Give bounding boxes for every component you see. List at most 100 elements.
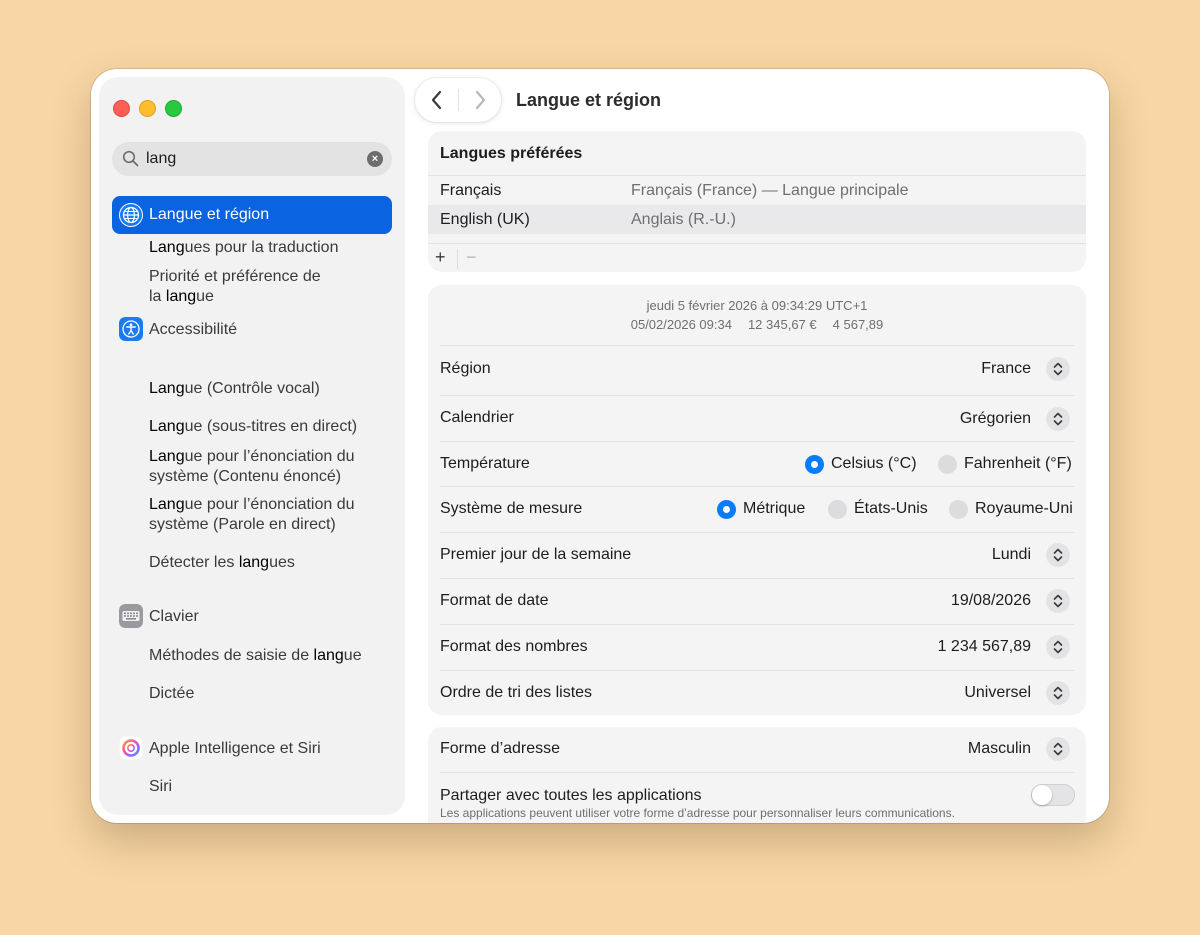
sidebar-item-detecter-langues[interactable]: Détecter les langues (112, 548, 392, 578)
sidebar-item-label: Dictée (149, 685, 195, 702)
calendar-popup-button[interactable] (1046, 407, 1070, 431)
radio-metrique[interactable]: Métrique (717, 498, 805, 520)
chevron-up-down-icon (1053, 412, 1063, 426)
radio-fahrenheit[interactable]: Fahrenheit (°F) (938, 453, 1072, 475)
preferred-languages-card: Langues préférées Français Français (Fra… (428, 131, 1086, 272)
sidebar-item-enonciation-contenu[interactable]: Langue pour l’énonciation du système (Con… (112, 447, 392, 491)
sidebar-item-label: Langue pour l’énonciation du système (Con… (149, 448, 355, 485)
sidebar-item-apple-intelligence[interactable]: Apple Intelligence et Siri (112, 734, 392, 764)
xmark-circle-icon[interactable]: × (367, 151, 383, 167)
sidebar-item-label: Langue et région (149, 206, 270, 223)
preview-date: 05/02/2026 09:34 (630, 317, 732, 332)
sidebar-item-label: Siri (149, 778, 173, 795)
sidebar-item-langue-controle-vocal[interactable]: Langue (Contrôle vocal) (112, 374, 392, 404)
remove-language-button[interactable]: − (466, 247, 477, 268)
sidebar-item-accessibilite[interactable]: Accessibilité (112, 315, 392, 345)
date-format-value[interactable]: 19/08/2026 (951, 592, 1031, 610)
radio-royaume-uni[interactable]: Royaume-Uni (949, 498, 1073, 520)
chevron-up-down-icon (1053, 686, 1063, 700)
language-description: Anglais (R.-U.) (631, 211, 736, 228)
language-name: English (UK) (440, 211, 530, 228)
keyboard-icon (119, 604, 143, 628)
radio-unselected-icon (938, 454, 957, 474)
region-format-card: jeudi 5 février 2026 à 09:34:29 UTC+1 05… (428, 285, 1086, 715)
search-field[interactable]: lang × (112, 142, 392, 176)
sidebar-item-langues-traduction[interactable]: Langues pour la traduction (112, 233, 392, 263)
setting-label: Format des nombres (440, 638, 588, 655)
language-row[interactable]: English (UK) Anglais (R.-U.) (428, 205, 1086, 234)
minimize-window-button[interactable] (139, 100, 156, 117)
sidebar-item-enonciation-parole[interactable]: Langue pour l’énonciation du système (Par… (112, 495, 392, 539)
divider (428, 243, 1086, 244)
address-form-popup-button[interactable] (1046, 737, 1070, 761)
sidebar-item-methodes-saisie[interactable]: Méthodes de saisie de langue (112, 641, 392, 671)
chevron-up-down-icon (1053, 594, 1063, 608)
format-preview-datetime: jeudi 5 février 2026 à 09:34:29 UTC+1 (646, 298, 868, 313)
sidebar-item-label: Apple Intelligence et Siri (149, 740, 321, 757)
number-format-popup-button[interactable] (1046, 635, 1070, 659)
radio-label: États-Unis (854, 500, 928, 517)
calendar-row: Calendrier Grégorien (440, 395, 1074, 441)
calendar-value[interactable]: Grégorien (960, 410, 1031, 428)
sidebar-item-label: Priorité et préférence de la langue (149, 268, 321, 305)
radio-label: Royaume-Uni (975, 500, 1073, 517)
sidebar-item-langue-et-region[interactable]: Langue et région (112, 196, 392, 234)
date-format-row: Format de date 19/08/2026 (440, 578, 1074, 624)
sidebar-item-label: Détecter les langues (149, 554, 295, 571)
first-weekday-row: Premier jour de la semaine Lundi (440, 532, 1074, 578)
setting-label: Région (440, 360, 491, 377)
format-preview-values: 05/02/2026 09:34 12 345,67 € 4 567,89 (428, 317, 1086, 332)
radio-unselected-icon (828, 499, 847, 519)
sidebar-item-siri[interactable]: Siri (112, 772, 392, 802)
sidebar-item-dictee[interactable]: Dictée (112, 679, 392, 709)
number-format-value[interactable]: 1 234 567,89 (938, 638, 1031, 656)
region-value[interactable]: France (981, 360, 1031, 378)
navigation-buttons (415, 78, 501, 122)
sidebar-item-label: Méthodes de saisie de langue (149, 647, 362, 664)
address-form-card: Forme d’adresse Masculin Partager avec t… (428, 727, 1086, 823)
region-popup-button[interactable] (1046, 357, 1070, 381)
search-input[interactable]: lang (146, 150, 176, 168)
sidebar-item-priorite-langue[interactable]: Priorité et préférence de la langue (112, 267, 392, 311)
sidebar: lang × Langue et région Langues pour la … (100, 78, 404, 814)
zoom-window-button[interactable] (165, 100, 182, 117)
window-controls (113, 100, 182, 117)
chevron-left-icon[interactable] (427, 89, 447, 111)
close-window-button[interactable] (113, 100, 130, 117)
radio-unselected-icon (949, 499, 968, 519)
add-language-button[interactable]: + (435, 247, 446, 268)
radio-celsius[interactable]: Celsius (°C) (805, 453, 917, 475)
chevron-right-icon[interactable] (470, 89, 490, 111)
radio-label: Celsius (°C) (831, 455, 917, 472)
sort-order-value[interactable]: Universel (964, 684, 1031, 702)
radio-selected-icon (717, 499, 736, 519)
language-row[interactable]: Français Français (France) — Langue prin… (428, 176, 1086, 205)
first-weekday-popup-button[interactable] (1046, 543, 1070, 567)
measurement-row: Système de mesure Métrique États-Unis Ro… (440, 486, 1074, 532)
region-row: Région France (440, 345, 1074, 395)
preview-currency: 12 345,67 € (747, 317, 817, 332)
search-icon (122, 150, 139, 167)
accessibility-icon (119, 317, 143, 341)
page-title: Langue et région (516, 90, 662, 110)
sidebar-item-label: Langue pour l’énonciation du système (Par… (149, 496, 355, 533)
first-weekday-value[interactable]: Lundi (992, 546, 1031, 564)
sort-order-row: Ordre de tri des listes Universel (440, 670, 1074, 715)
number-format-row: Format des nombres 1 234 567,89 (440, 624, 1074, 670)
share-address-toggle[interactable] (1031, 784, 1075, 806)
setting-label: Ordre de tri des listes (440, 684, 593, 701)
address-form-value[interactable]: Masculin (968, 740, 1031, 758)
divider (457, 249, 458, 269)
date-format-popup-button[interactable] (1046, 589, 1070, 613)
preview-number: 4 567,89 (832, 317, 884, 332)
globe-icon (119, 203, 143, 227)
setting-label: Calendrier (440, 409, 514, 426)
radio-etats-unis[interactable]: États-Unis (828, 498, 928, 520)
sort-order-popup-button[interactable] (1046, 681, 1070, 705)
setting-label: Température (440, 455, 530, 472)
sidebar-item-langue-sous-titres[interactable]: Langue (sous-titres en direct) (112, 412, 392, 442)
sidebar-item-clavier[interactable]: Clavier (112, 602, 392, 632)
language-name: Français (440, 182, 502, 199)
apple-intelligence-icon (119, 736, 143, 760)
section-header: Langues préférées (440, 145, 583, 162)
